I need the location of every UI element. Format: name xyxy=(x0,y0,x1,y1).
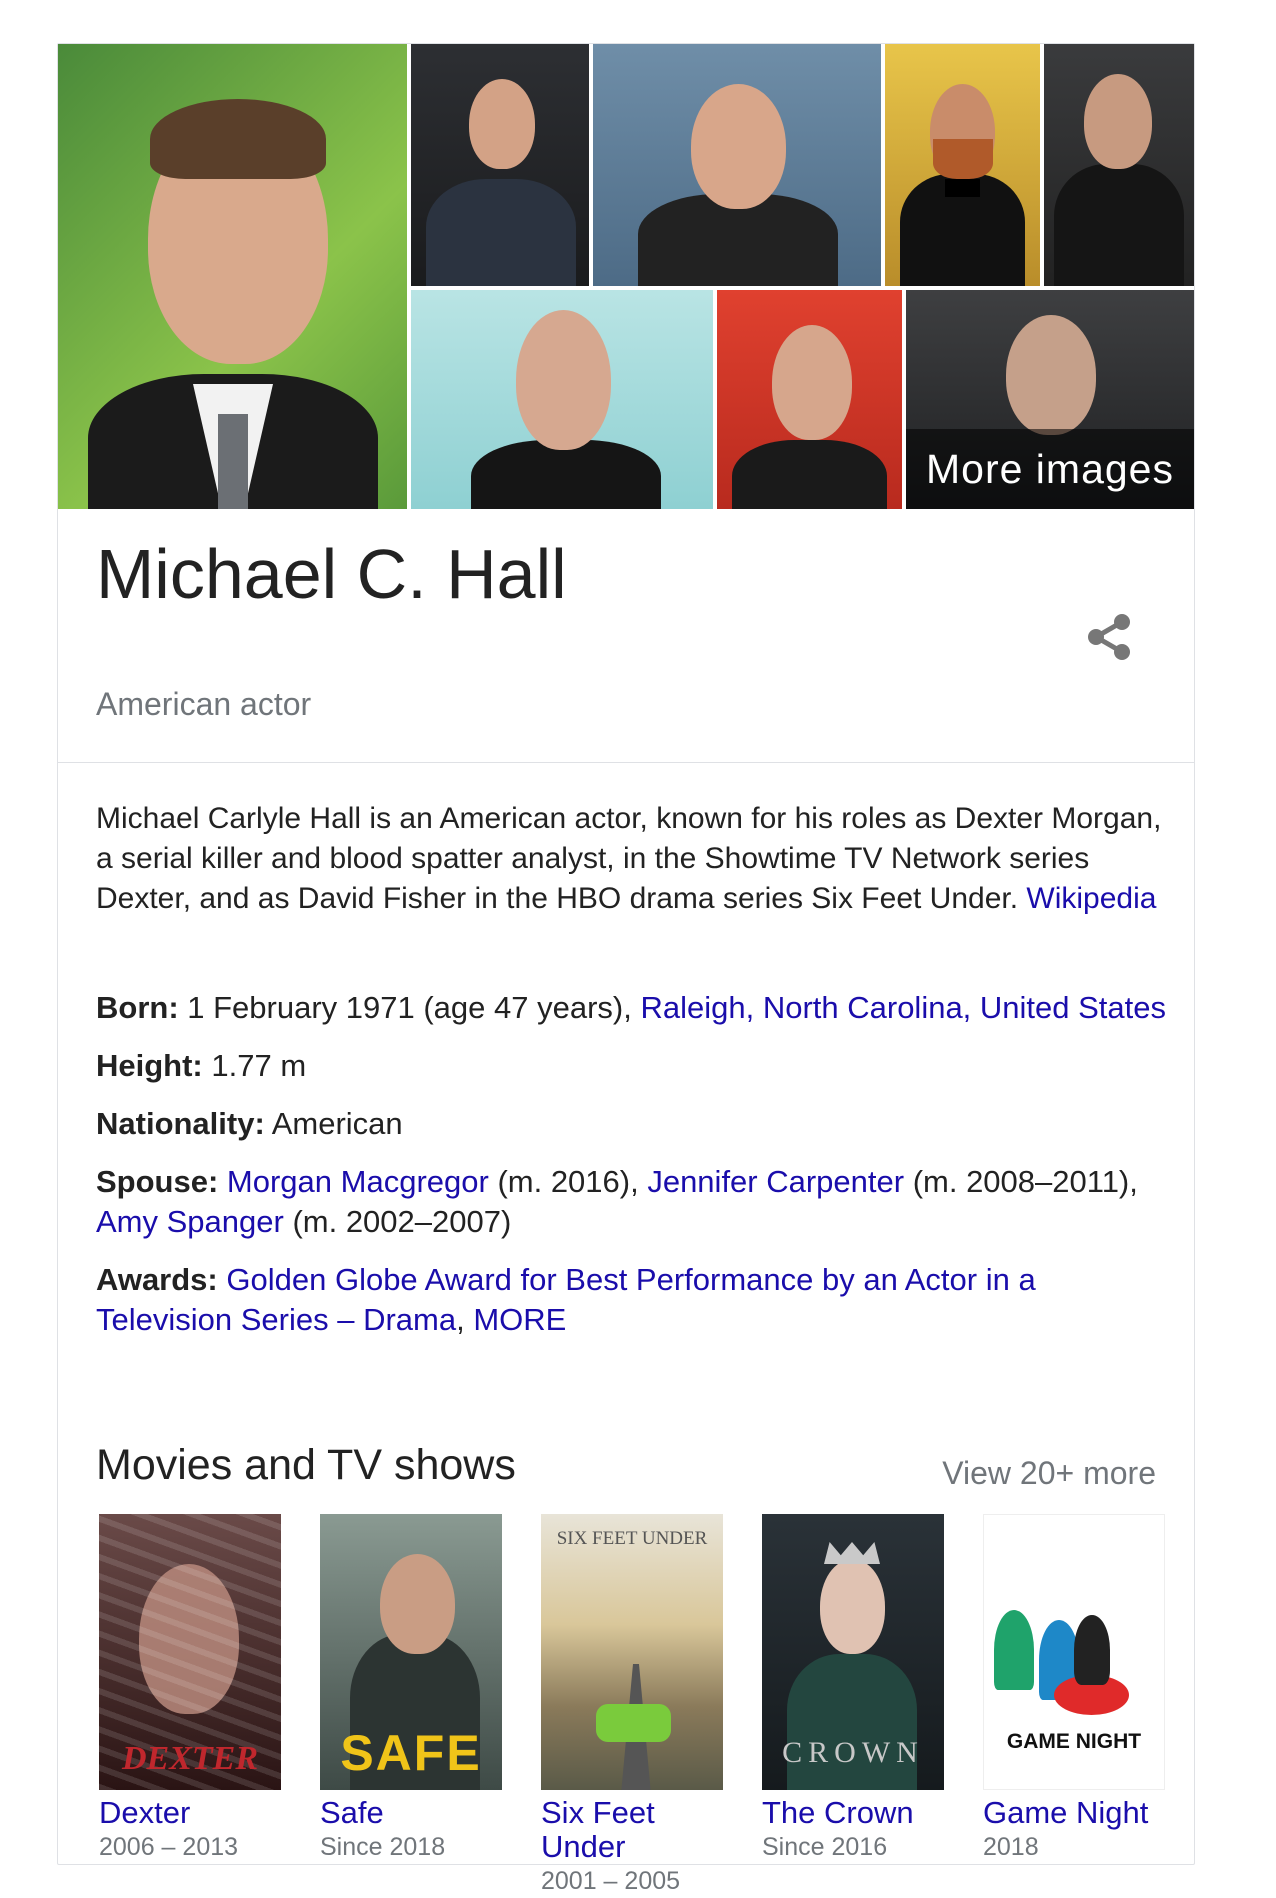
movie-years: 2006 – 2013 xyxy=(99,1833,239,1861)
more-images-overlay[interactable]: More images xyxy=(906,429,1194,509)
movie-title[interactable]: Six Feet Under xyxy=(541,1796,723,1864)
movie-title[interactable]: Dexter xyxy=(99,1796,281,1830)
movie-poster[interactable]: SIX FEET UNDER xyxy=(541,1514,723,1790)
movie-poster[interactable]: GAME NIGHT xyxy=(983,1514,1165,1790)
poster-title-text: CROWN xyxy=(782,1736,924,1769)
description: Michael Carlyle Hall is an American acto… xyxy=(96,799,1166,919)
description-text: Michael Carlyle Hall is an American acto… xyxy=(96,802,1162,915)
photo-3[interactable] xyxy=(593,44,881,286)
spouse-note-2: (m. 2008–2011), xyxy=(904,1164,1138,1199)
movie-years: 2018 xyxy=(983,1833,1039,1861)
fact-height-label: Height: xyxy=(96,1048,203,1083)
knowledge-panel: More images Michael C. Hall American act… xyxy=(57,43,1195,1895)
fact-born: Born: 1 February 1971 (age 47 years), Ra… xyxy=(96,988,1166,1028)
photo-2[interactable] xyxy=(411,44,589,286)
more-images-label[interactable]: More images xyxy=(926,446,1174,493)
main-photo[interactable] xyxy=(58,44,407,509)
awards-more-link[interactable]: MORE xyxy=(473,1302,566,1337)
photo-4[interactable] xyxy=(885,44,1040,286)
movie-years: 2001 – 2005 xyxy=(541,1867,681,1895)
fact-nationality-value: American xyxy=(264,1106,403,1141)
movie-title[interactable]: Game Night xyxy=(983,1796,1165,1830)
poster-title-text: DEXTER xyxy=(121,1740,259,1777)
spouse-note-1: (m. 2016), xyxy=(488,1164,648,1199)
share-button[interactable] xyxy=(1082,610,1136,664)
wikipedia-link[interactable]: Wikipedia xyxy=(1026,882,1156,915)
spouse-note-3: (m. 2002–2007) xyxy=(283,1204,512,1239)
entity-subtitle: American actor xyxy=(96,686,312,722)
movies-section-title: Movies and TV shows xyxy=(96,1441,516,1489)
divider xyxy=(58,762,1194,763)
entity-title: Michael C. Hall xyxy=(96,535,567,613)
movie-years: Since 2018 xyxy=(320,1833,446,1861)
photo-7[interactable] xyxy=(717,290,902,509)
spouse-link-1[interactable]: Morgan Macgregor xyxy=(227,1164,489,1199)
fact-born-value: 1 February 1971 (age 47 years), xyxy=(178,990,641,1025)
birthplace-link[interactable]: Raleigh, North Carolina, United States xyxy=(640,990,1166,1025)
awards-separator: , xyxy=(456,1302,474,1337)
spouse-link-3[interactable]: Amy Spanger xyxy=(96,1204,284,1239)
facts-list: Born: 1 February 1971 (age 47 years), Ra… xyxy=(96,988,1166,1358)
view-more-link[interactable]: View 20+ more xyxy=(942,1455,1156,1492)
movie-title[interactable]: The Crown xyxy=(762,1796,944,1830)
photo-8-more-images[interactable]: More images xyxy=(906,290,1194,509)
fact-height: Height: 1.77 m xyxy=(96,1046,1166,1086)
movie-card[interactable]: SIX FEET UNDER Six Feet Under 2001 – 200… xyxy=(541,1514,723,1898)
poster-title-text: SIX FEET UNDER xyxy=(556,1528,708,1549)
movie-card[interactable]: DEXTER Dexter 2006 – 2013 xyxy=(99,1514,281,1864)
movie-poster[interactable]: CROWN xyxy=(762,1514,944,1790)
fact-spouse-label: Spouse: xyxy=(96,1164,219,1199)
fact-born-label: Born: xyxy=(96,990,179,1025)
movie-card[interactable]: CROWN The Crown Since 2016 xyxy=(762,1514,944,1864)
photo-5[interactable] xyxy=(1044,44,1194,286)
spouse-link-2[interactable]: Jennifer Carpenter xyxy=(647,1164,904,1199)
fact-nationality: Nationality: American xyxy=(96,1104,1166,1144)
poster-title-text: GAME NIGHT xyxy=(1006,1730,1142,1753)
poster-title-text: SAFE xyxy=(340,1725,482,1781)
photo-6[interactable] xyxy=(411,290,713,509)
fact-height-value: 1.77 m xyxy=(202,1048,307,1083)
movie-card[interactable]: GAME NIGHT Game Night 2018 xyxy=(983,1514,1165,1864)
movie-title[interactable]: Safe xyxy=(320,1796,502,1830)
movie-poster[interactable]: SAFE xyxy=(320,1514,502,1790)
fact-awards-label: Awards: xyxy=(96,1262,218,1297)
movie-years: Since 2016 xyxy=(762,1833,888,1861)
fact-spouse: Spouse: Morgan Macgregor (m. 2016), Jenn… xyxy=(96,1162,1166,1242)
share-icon xyxy=(1088,614,1130,660)
movie-card[interactable]: SAFE Safe Since 2018 xyxy=(320,1514,502,1864)
fact-nationality-label: Nationality: xyxy=(96,1106,265,1141)
movie-poster[interactable]: DEXTER xyxy=(99,1514,281,1790)
fact-awards: Awards: Golden Globe Award for Best Perf… xyxy=(96,1260,1166,1340)
